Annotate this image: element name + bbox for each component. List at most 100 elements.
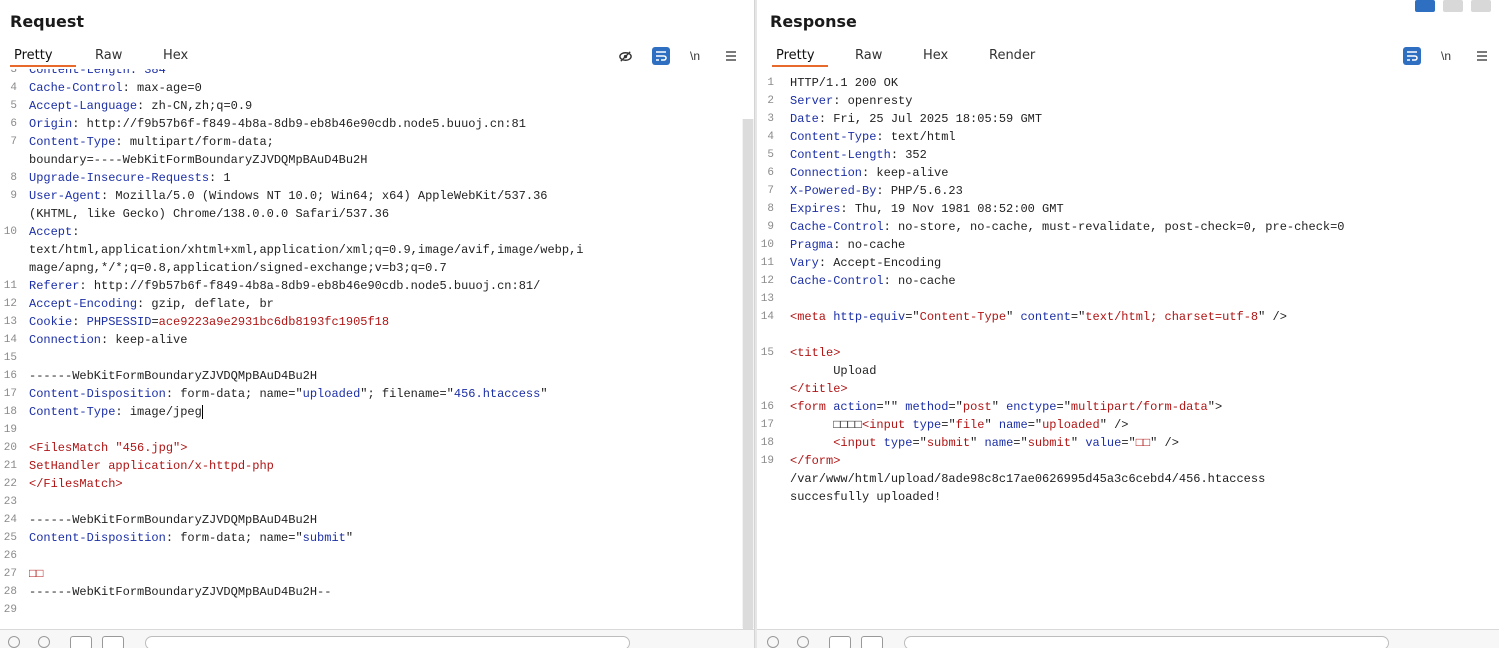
tab-response-hex[interactable]: Hex (923, 48, 948, 63)
code-token: Content-Type (919, 310, 1007, 324)
code-text: Accept-Language: zh-CN,zh;q=0.9 (29, 97, 252, 115)
code-token: Content-Type (29, 135, 116, 149)
code-line: 13 Cookie: PHPSESSID=ace9223a9e2931bc6db8… (0, 313, 754, 331)
code-line: succesfully uploaded! (757, 488, 1499, 506)
code-token: ------WebKitFormBoundaryZJVDQMpBAuD4Bu2H (29, 513, 318, 527)
code-text: <input type="submit" name="submit" value… (790, 434, 1179, 452)
code-token: mage/apng,*/*;q=0.8,application/signed-e… (29, 261, 447, 275)
code-token: Connection (29, 333, 102, 347)
hamburger-menu-icon[interactable] (722, 47, 740, 65)
code-line: 12 Accept-Encoding: gzip, deflate, br (0, 295, 754, 313)
wrap-lines-icon[interactable] (1403, 47, 1421, 65)
next-match-button[interactable] (102, 636, 124, 648)
next-match-button[interactable] (861, 636, 883, 648)
request-title: Request (10, 12, 85, 31)
code-token: name (998, 418, 1028, 432)
line-number: 3 (767, 113, 774, 125)
help-icon[interactable] (767, 636, 779, 648)
code-text: Accept: (29, 223, 79, 241)
search-input[interactable] (904, 636, 1389, 648)
tab-request-pretty[interactable]: Pretty (14, 48, 53, 63)
code-token: : Accept-Encoding (818, 256, 942, 270)
code-token: =" (948, 400, 963, 414)
request-editor[interactable]: 3 Content-Length: 384 4 Cache-Control: max-… (0, 69, 754, 630)
hamburger-menu-icon[interactable] (1473, 47, 1491, 65)
line-number: 1 (767, 77, 774, 89)
response-panel: Response Pretty Raw Hex Render \n 1 HTTP/… (757, 0, 1499, 648)
code-token: : keep-alive (862, 166, 949, 180)
code-token: Content-Disposition (29, 387, 166, 401)
wrap-lines-icon[interactable] (652, 47, 670, 65)
code-text: User-Agent: Mozilla/5.0 (Windows NT 10.0… (29, 187, 548, 205)
line-number: 7 (10, 136, 17, 148)
code-text: </title> (790, 380, 848, 398)
code-line: Upload (757, 362, 1499, 380)
line-number: 13 (760, 293, 774, 305)
line-number: 6 (767, 167, 774, 179)
code-token: Content-Length (790, 148, 891, 162)
line-number: 17 (760, 419, 774, 431)
tab-response-raw[interactable]: Raw (855, 48, 882, 63)
code-token: Connection (790, 166, 863, 180)
code-text: Pragma: no-cache (790, 236, 905, 254)
code-text: Cache-Control: no-cache (790, 272, 956, 290)
line-number: 14 (3, 334, 17, 346)
line-number: 16 (760, 401, 774, 413)
code-line: 4 Cache-Control: max-age=0 (0, 79, 754, 97)
code-text: Upload (790, 362, 876, 380)
code-token: =" (1056, 400, 1071, 414)
line-number: 15 (3, 352, 17, 364)
code-token: =" (941, 418, 956, 432)
line-number: 11 (3, 280, 17, 292)
help-icon[interactable] (8, 636, 20, 648)
code-token: : (72, 225, 80, 239)
search-input[interactable] (145, 636, 630, 648)
code-line: 6 Origin: http://f9b57b6f-f849-4b8a-8db9-… (0, 115, 754, 133)
code-token: : openresty (833, 94, 913, 108)
code-line: 16 ------WebKitFormBoundaryZJVDQMpBAuD4Bu… (0, 367, 754, 385)
line-number: 19 (760, 455, 774, 467)
newline-toggle[interactable]: \n (686, 47, 704, 65)
code-text: Content-Disposition: form-data; name="up… (29, 385, 548, 403)
split-view-icon[interactable] (1415, 0, 1435, 12)
code-text: <title> (790, 344, 840, 362)
code-line: boundary=----WebKitFormBoundaryZJVDQMpBA… (0, 151, 754, 169)
horizontal-view-icon[interactable] (1443, 0, 1463, 12)
code-line: 2 Server: openresty (757, 92, 1499, 110)
tab-request-raw[interactable]: Raw (95, 48, 122, 63)
code-text: Content-Disposition: form-data; name="su… (29, 529, 353, 547)
tab-request-hex[interactable]: Hex (163, 48, 188, 63)
code-line: 24 ------WebKitFormBoundaryZJVDQMpBAuD4Bu… (0, 511, 754, 529)
settings-icon[interactable] (38, 636, 50, 648)
code-text: Upgrade-Insecure-Requests: 1 (29, 169, 231, 187)
code-text: □□□□<input type="file" name="uploaded" /… (790, 416, 1128, 434)
code-line: 3 Date: Fri, 25 Jul 2025 18:05:59 GMT (757, 110, 1499, 128)
code-token: " (540, 387, 548, 401)
code-token: Content-Type (790, 130, 877, 144)
response-editor[interactable]: 1 HTTP/1.1 200 OK 2 Server: openresty 3 Date:… (757, 69, 1499, 630)
code-text: Referer: http://f9b57b6f-f849-4b8a-8db9-… (29, 277, 540, 295)
previous-match-button[interactable] (70, 636, 92, 648)
code-token: Cache-Control (29, 81, 123, 95)
code-token: : form-data; name=" (165, 387, 303, 401)
eye-slash-icon[interactable] (616, 47, 634, 65)
active-tab-indicator (772, 65, 828, 67)
request-scrollbar-thumb[interactable] (743, 119, 753, 629)
code-text: ------WebKitFormBoundaryZJVDQMpBAuD4Bu2H (29, 367, 317, 385)
tab-response-render[interactable]: Render (989, 48, 1035, 63)
code-line: 14 <meta http-equiv="Content-Type" conten… (757, 308, 1499, 326)
code-token: "> (1207, 400, 1223, 414)
code-line: 26 (0, 547, 754, 565)
code-text: ------WebKitFormBoundaryZJVDQMpBAuD4Bu2H… (29, 583, 331, 601)
code-line: 16 <form action="" method="post" enctype=… (757, 398, 1499, 416)
vertical-view-icon[interactable] (1471, 0, 1491, 12)
line-number: 6 (10, 118, 17, 130)
code-token: type (912, 418, 942, 432)
previous-match-button[interactable] (829, 636, 851, 648)
code-text: <FilesMatch "456.jpg"> (29, 439, 187, 457)
tab-response-pretty[interactable]: Pretty (776, 48, 815, 63)
newline-toggle[interactable]: \n (1437, 47, 1455, 65)
line-number: 29 (3, 604, 17, 616)
settings-icon[interactable] (797, 636, 809, 648)
